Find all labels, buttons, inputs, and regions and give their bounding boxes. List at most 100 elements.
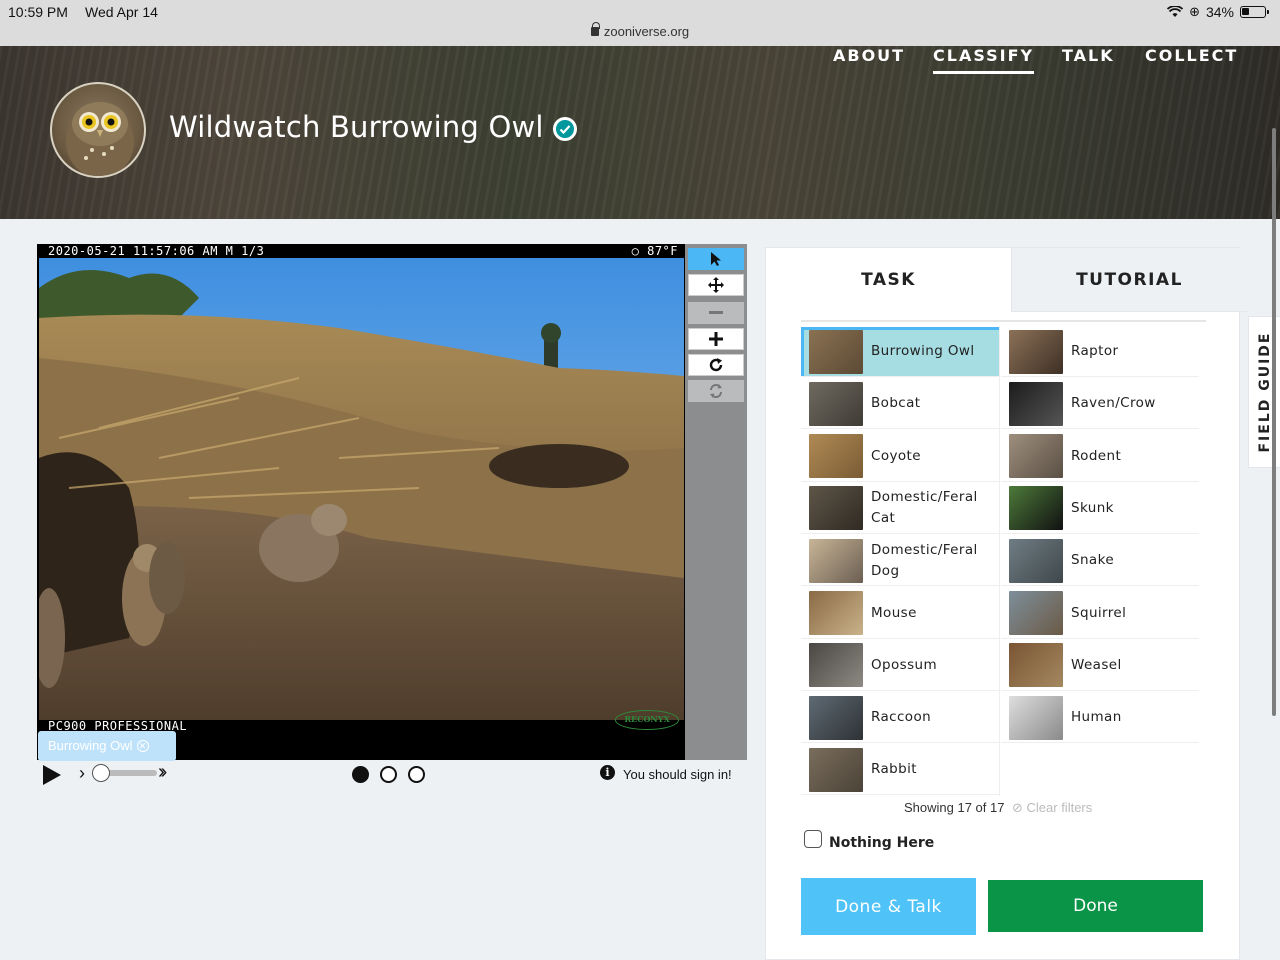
choice-thumbnail bbox=[1009, 486, 1063, 531]
camera-brand-logo: RECONYX bbox=[615, 710, 679, 730]
choice-raven-crow[interactable]: Raven/Crow bbox=[1001, 379, 1199, 430]
showing-count: Showing 17 of 17 bbox=[904, 800, 1005, 815]
move-tool-button[interactable] bbox=[688, 274, 744, 296]
camera-info-bar: 2020-05-21 11:57:06 AM M 1/3 ○ 87°F bbox=[48, 244, 678, 258]
zoom-out-button[interactable] bbox=[688, 302, 744, 324]
choice-rabbit[interactable]: Rabbit bbox=[801, 745, 999, 796]
sign-in-message: You should sign in! bbox=[623, 767, 732, 782]
choice-label: Squirrel bbox=[1071, 604, 1127, 621]
reset-button[interactable] bbox=[688, 380, 744, 402]
remove-tag-icon[interactable]: ✕ bbox=[136, 740, 149, 752]
reset-icon bbox=[710, 384, 722, 398]
choice-raccoon[interactable]: Raccoon bbox=[801, 693, 999, 744]
battery-icon bbox=[1240, 6, 1269, 18]
status-date: Wed Apr 14 bbox=[85, 4, 158, 20]
choice-snake[interactable]: Snake bbox=[1001, 536, 1199, 587]
step-back-icon[interactable]: › bbox=[79, 763, 85, 784]
nothing-here-label[interactable]: Nothing Here bbox=[829, 835, 934, 851]
choice-raptor[interactable]: Raptor bbox=[1001, 327, 1199, 377]
pointer-tool-button[interactable] bbox=[688, 248, 744, 270]
choice-label: Opossum bbox=[871, 656, 938, 673]
choice-thumbnail bbox=[809, 538, 863, 583]
choice-domestic-feral-cat[interactable]: Domestic/Feral Cat bbox=[801, 484, 999, 534]
choice-thumbnail bbox=[809, 486, 863, 531]
choice-thumbnail bbox=[809, 381, 863, 426]
subject-image[interactable] bbox=[39, 258, 684, 720]
choice-label: Raccoon bbox=[871, 709, 932, 726]
tab-tutorial[interactable]: TUTORIAL bbox=[1011, 248, 1247, 312]
frame-dot-2[interactable] bbox=[380, 766, 397, 783]
clear-filters-link[interactable]: ⊘ Clear filters bbox=[1012, 800, 1092, 816]
choice-thumbnail bbox=[1009, 591, 1063, 635]
choice-opossum[interactable]: Opossum bbox=[801, 641, 999, 691]
choice-thumbnail bbox=[1009, 538, 1063, 583]
play-icon[interactable] bbox=[43, 765, 61, 785]
done-button[interactable]: Done bbox=[988, 880, 1203, 932]
choice-rodent[interactable]: Rodent bbox=[1001, 432, 1199, 482]
status-time: 10:59 PM bbox=[8, 4, 68, 20]
fast-forward-icon[interactable]: ›› bbox=[158, 761, 168, 784]
image-toolbar bbox=[685, 244, 747, 760]
project-header: Wildwatch Burrowing Owl ABOUT CLASSIFY T… bbox=[0, 46, 1280, 219]
verified-icon bbox=[553, 117, 577, 141]
lock-icon bbox=[590, 22, 600, 36]
frame-slider-thumb[interactable] bbox=[92, 764, 110, 782]
camera-timestamp: 2020-05-21 11:57:06 AM M 1/3 bbox=[48, 244, 265, 258]
choice-label: Domestic/Feral Dog bbox=[871, 541, 978, 579]
zoom-in-button[interactable] bbox=[688, 328, 744, 350]
rotate-button[interactable] bbox=[688, 354, 744, 376]
annotation-tag[interactable]: Burrowing Owl ✕ bbox=[38, 731, 176, 761]
nothing-here-checkbox[interactable] bbox=[804, 830, 822, 848]
project-title: Wildwatch Burrowing Owl bbox=[169, 110, 544, 144]
nav-about[interactable]: ABOUT bbox=[833, 46, 905, 65]
annotation-tag-label: Burrowing Owl bbox=[48, 738, 133, 753]
choice-thumbnail bbox=[809, 591, 863, 635]
nav-collect[interactable]: COLLECT bbox=[1145, 46, 1238, 65]
choice-human[interactable]: Human bbox=[1001, 693, 1199, 744]
address-bar[interactable]: zooniverse.org bbox=[0, 22, 1280, 39]
move-icon bbox=[708, 277, 724, 293]
frame-dot-3[interactable] bbox=[408, 766, 425, 783]
done-and-talk-button[interactable]: Done & Talk bbox=[801, 878, 976, 935]
page-scrollbar[interactable] bbox=[1272, 128, 1276, 716]
nav-classify[interactable]: CLASSIFY bbox=[933, 46, 1035, 74]
pointer-icon bbox=[711, 252, 721, 266]
subject-viewer: 2020-05-21 11:57:06 AM M 1/3 ○ 87°F PC90… bbox=[37, 244, 747, 760]
task-panel: TASK TUTORIAL Burrowing Owl Bobcat Coyote D… bbox=[765, 247, 1247, 960]
column-divider bbox=[999, 326, 1000, 796]
choice-label: Raptor bbox=[1071, 343, 1119, 359]
choice-label: Burrowing Owl bbox=[871, 343, 975, 359]
rotate-icon bbox=[709, 358, 723, 372]
ios-status-bar: 10:59 PM Wed Apr 14 zooniverse.org ⊕ 34% bbox=[0, 0, 1280, 46]
choice-label: Human bbox=[1071, 709, 1122, 726]
choice-thumbnail bbox=[1009, 434, 1063, 479]
choice-label: Domestic/Feral Cat bbox=[871, 489, 978, 527]
choice-label: Rodent bbox=[1071, 447, 1122, 464]
choice-coyote[interactable]: Coyote bbox=[801, 432, 999, 482]
choice-domestic-feral-dog[interactable]: Domestic/Feral Dog bbox=[801, 536, 999, 587]
choice-bobcat[interactable]: Bobcat bbox=[801, 379, 999, 430]
choice-squirrel[interactable]: Squirrel bbox=[1001, 589, 1199, 639]
choice-burrowing-owl[interactable]: Burrowing Owl bbox=[801, 327, 999, 377]
choice-thumbnail bbox=[1009, 643, 1063, 688]
info-icon: i bbox=[600, 765, 615, 780]
nav-talk[interactable]: TALK bbox=[1062, 46, 1115, 65]
status-indicators: ⊕ 34% bbox=[1167, 4, 1269, 20]
choice-mouse[interactable]: Mouse bbox=[801, 589, 999, 639]
choice-thumbnail bbox=[809, 329, 863, 374]
camera-temperature: ○ 87°F bbox=[631, 244, 678, 258]
clear-filters-icon: ⊘ bbox=[1012, 800, 1027, 815]
frame-dot-1[interactable] bbox=[352, 766, 369, 783]
choice-skunk[interactable]: Skunk bbox=[1001, 484, 1199, 534]
choice-thumbnail bbox=[1009, 381, 1063, 426]
choice-weasel[interactable]: Weasel bbox=[1001, 641, 1199, 691]
choice-label: Bobcat bbox=[871, 395, 921, 412]
project-avatar[interactable] bbox=[50, 82, 146, 178]
choice-label: Snake bbox=[1071, 552, 1115, 569]
battery-percent: 34% bbox=[1205, 4, 1234, 20]
tab-task[interactable]: TASK bbox=[766, 248, 1011, 312]
orientation-lock-icon: ⊕ bbox=[1189, 4, 1200, 19]
choice-label: Weasel bbox=[1071, 656, 1122, 673]
choice-label: Coyote bbox=[871, 447, 921, 464]
divider bbox=[801, 320, 1206, 322]
